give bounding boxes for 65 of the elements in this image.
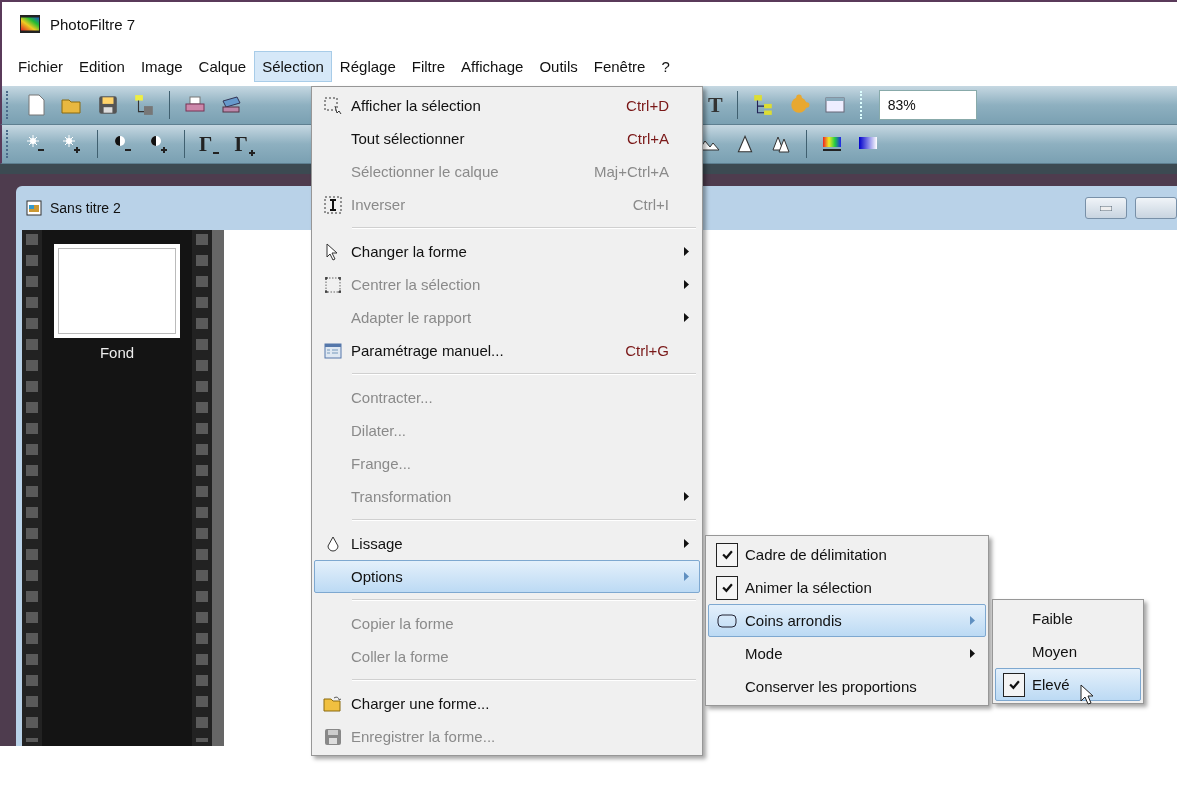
- menu-item[interactable]: Cadre de délimitation: [708, 538, 986, 571]
- layer-thumbnail[interactable]: [54, 244, 180, 338]
- checkmark-icon: [721, 549, 733, 560]
- new-document-icon[interactable]: [25, 94, 47, 116]
- layer-name: Fond: [99, 344, 135, 361]
- gamma-minus-button[interactable]: Γ: [199, 131, 221, 157]
- folder-icon: [323, 694, 343, 713]
- rounded-rectangle-icon: [717, 611, 737, 630]
- menu-bar-item[interactable]: Fenêtre: [585, 50, 654, 82]
- minimize-button[interactable]: [1085, 197, 1127, 219]
- menu-bar-item[interactable]: ?: [653, 50, 678, 82]
- menu-item[interactable]: Afficher la sélection Ctrl+D: [314, 89, 700, 122]
- menu-item[interactable]: Moyen: [995, 635, 1141, 668]
- menu-item[interactable]: Tout sélectionner Ctrl+A: [314, 122, 700, 155]
- window-icon: [323, 341, 343, 360]
- submenu-arrow-icon: [684, 313, 689, 322]
- menu-bar-item[interactable]: Calque: [190, 50, 255, 82]
- menu-bar-item[interactable]: Affichage: [453, 50, 532, 82]
- text-tool-icon[interactable]: T: [708, 92, 723, 118]
- window-icon[interactable]: [823, 94, 846, 116]
- selection-rectangle-icon: [323, 96, 343, 115]
- menu-bar-item[interactable]: Filtre: [403, 50, 454, 82]
- maximize-button[interactable]: [1135, 197, 1177, 219]
- menu-item[interactable]: Lissage: [314, 527, 700, 560]
- submenu-arrow-icon: [684, 280, 689, 289]
- minimize-bar-icon: [1100, 205, 1112, 211]
- menu-item[interactable]: Elevé: [995, 668, 1141, 701]
- checkmark-icon: [721, 582, 733, 593]
- menu-item[interactable]: Coins arrondis: [708, 604, 986, 637]
- submenu-arrow-icon: [970, 616, 975, 625]
- app-logo-icon: [20, 15, 40, 33]
- menu-item[interactable]: Animer la sélection: [708, 571, 986, 604]
- menu-item[interactable]: Changer la forme: [314, 235, 700, 268]
- contrast-plus-icon[interactable]: [148, 133, 170, 155]
- checkmark-icon: [1008, 679, 1020, 690]
- submenu-arrow-icon: [684, 572, 689, 581]
- menu-item[interactable]: Options: [314, 560, 700, 593]
- scanner-icon[interactable]: [220, 94, 242, 116]
- submenu-arrow-icon: [684, 492, 689, 501]
- brightness-plus-icon[interactable]: [61, 133, 83, 155]
- menu-item[interactable]: Charger une forme...: [314, 687, 700, 720]
- menu-item[interactable]: Mode: [708, 637, 986, 670]
- plus-icon: [247, 148, 256, 157]
- menu-item[interactable]: Conserver les proportions: [708, 670, 986, 703]
- folder-tree-icon[interactable]: [133, 94, 155, 116]
- menu-bar-item[interactable]: Outils: [531, 50, 586, 82]
- gamma-plus-button[interactable]: Γ: [234, 131, 256, 157]
- menu-bar-item[interactable]: Image: [132, 50, 191, 82]
- document-icon: [26, 200, 42, 216]
- menu-bar-item[interactable]: Sélection: [254, 50, 332, 82]
- window-title: PhotoFiltre 7: [50, 15, 136, 33]
- menu-item[interactable]: Faible: [995, 602, 1141, 635]
- submenu-arrow-icon: [684, 539, 689, 548]
- menu-bar-item[interactable]: Edition: [71, 50, 133, 82]
- submenu-arrow-icon: [970, 649, 975, 658]
- ibeam-icon: [323, 195, 343, 214]
- menu-item[interactable]: Paramétrage manuel... Ctrl+G: [314, 334, 700, 367]
- tree-icon[interactable]: [751, 94, 774, 116]
- zoom-field[interactable]: 83%: [878, 90, 977, 120]
- mouse-pointer-icon: [1080, 684, 1094, 706]
- submenu-arrow-icon: [684, 247, 689, 256]
- document-title: Sans titre 2: [50, 200, 121, 216]
- menu-bar-item[interactable]: Réglage: [331, 50, 404, 82]
- selection-corners-icon: [323, 275, 343, 294]
- menu-bar-item[interactable]: Fichier: [10, 50, 71, 82]
